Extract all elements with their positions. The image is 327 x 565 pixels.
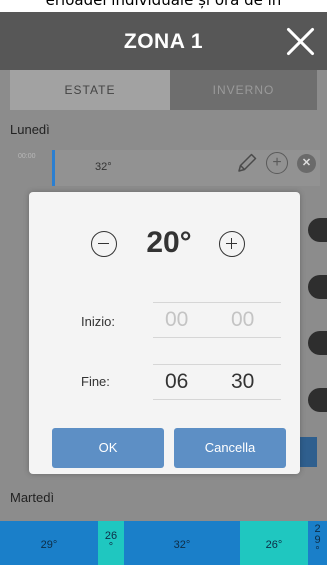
day-label-monday: Lunedì bbox=[10, 122, 50, 137]
zone-title: ZONA 1 bbox=[123, 30, 204, 53]
season-tabs: ESTATE INVERNO bbox=[10, 70, 317, 110]
tab-winter[interactable]: INVERNO bbox=[170, 70, 317, 110]
start-minute[interactable]: 00 bbox=[231, 308, 254, 332]
time-label: 00:00 bbox=[18, 153, 36, 160]
row-handle[interactable] bbox=[308, 218, 327, 242]
temperature-value: 20° bbox=[146, 226, 192, 259]
row-temperature: 32° bbox=[95, 161, 112, 173]
schedule-row[interactable]: 32° + ✕ bbox=[52, 150, 320, 186]
temperature-stepper: 20° bbox=[29, 224, 300, 264]
temperature-segment[interactable]: 32° bbox=[124, 521, 240, 565]
end-time-field[interactable]: 06 30 bbox=[153, 364, 281, 400]
caption-text: erioadei individuale și ora de in bbox=[45, 0, 282, 9]
start-hour[interactable]: 00 bbox=[165, 308, 188, 332]
tuesday-temperature-bar[interactable]: 29° 26 ° 32° 26° 2 9 ° bbox=[0, 521, 327, 565]
remove-icon[interactable]: ✕ bbox=[297, 154, 316, 173]
temperature-segment[interactable]: 2 9 ° bbox=[308, 521, 327, 565]
day-label-tuesday: Martedì bbox=[10, 490, 55, 505]
pencil-icon[interactable] bbox=[236, 152, 258, 174]
end-minute[interactable]: 30 bbox=[231, 370, 254, 394]
end-hour[interactable]: 06 bbox=[165, 370, 188, 394]
temperature-segment[interactable]: 29° bbox=[0, 521, 98, 565]
row-handle[interactable] bbox=[308, 331, 327, 355]
add-icon[interactable]: + bbox=[266, 152, 288, 174]
close-icon[interactable] bbox=[283, 24, 317, 58]
start-time-field[interactable]: 00 00 bbox=[153, 302, 281, 338]
tab-summer[interactable]: ESTATE bbox=[10, 70, 170, 110]
decrease-temperature-icon[interactable] bbox=[91, 231, 117, 257]
start-label: Inizio: bbox=[81, 314, 115, 329]
row-handle[interactable] bbox=[308, 388, 327, 412]
header-bar: ZONA 1 bbox=[0, 12, 327, 70]
row-handle[interactable] bbox=[308, 275, 327, 299]
temperature-segment[interactable]: 26° bbox=[240, 521, 308, 565]
edit-period-dialog: 20° Inizio: 00 00 Fine: 06 30 OK Cancell… bbox=[29, 192, 300, 474]
increase-temperature-icon[interactable] bbox=[219, 231, 245, 257]
temperature-segment[interactable]: 26 ° bbox=[98, 521, 124, 565]
end-label: Fine: bbox=[81, 374, 110, 389]
ok-button[interactable]: OK bbox=[52, 428, 164, 468]
cancel-button[interactable]: Cancella bbox=[174, 428, 286, 468]
caption-strip: erioadei individuale și ora de in bbox=[0, 0, 327, 12]
